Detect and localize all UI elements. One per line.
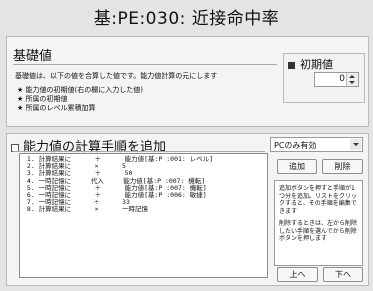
base-value-heading: 基礎値 [13, 49, 53, 64]
calc-heading-divider [13, 151, 265, 152]
spinner-up-icon[interactable] [349, 75, 355, 78]
help-paragraph: 削除するときは、左から削除したい手順を選んでから削除ボタンを押します [279, 220, 358, 242]
window-title: 基:PE:030: 近接命中率 [93, 9, 280, 29]
calc-steps-panel: 能力値の計算手順を追加 PCのみ有効 1. 計算結果に ＋ 能力値[基:P :0… [6, 133, 369, 286]
initial-value-label: 初期値 [288, 56, 333, 72]
bullet-item: ★ 所属の初期値 [17, 95, 68, 103]
help-paragraph: 追加ボタンを押すと手順が1つ分を追加。リストをクリックすると、その手順を編集でき… [279, 185, 358, 215]
delete-button[interactable]: 削除 [322, 159, 363, 174]
initial-value-box: 初期値 0 [283, 53, 365, 103]
spinner-arrows[interactable] [346, 73, 358, 86]
chevron-down-icon[interactable] [350, 139, 361, 150]
initial-value-input[interactable]: 0 [339, 74, 345, 84]
base-heading-divider [13, 64, 277, 65]
help-text-box: 追加ボタンを押すと手順が1つ分を追加。リストをクリックすると、その手順を編集でき… [274, 180, 363, 266]
calc-steps-list[interactable]: 1. 計算結果に ＋ 能力値[基:P :001: レベル] 2. 計算結果に ×… [19, 153, 268, 278]
initial-value-spinner[interactable]: 0 [314, 72, 359, 87]
initial-value-label-text: 初期値 [300, 58, 333, 71]
target-select[interactable]: PCのみ有効 [270, 137, 363, 152]
add-button[interactable]: 追加 [277, 159, 317, 174]
target-select-value: PCのみ有効 [274, 141, 317, 150]
base-value-description: 基礎値は、以下の値を合算した値です。能力値計算の元にします [15, 72, 218, 80]
square-bullet-icon [288, 61, 295, 69]
bullet-item: ★ 能力値の初期値(右の欄に入力した値) [17, 86, 143, 94]
base-value-bullets: ★ 能力値の初期値(右の欄に入力した値) ★ 所属の初期値 ★ 所属のレベル累積… [17, 86, 143, 113]
base-value-panel: 基礎値 基礎値は、以下の値を合算した値です。能力値計算の元にします ★ 能力値の… [6, 36, 369, 127]
list-item[interactable]: 8. 計算結果に × 一時記憶 [23, 206, 267, 213]
spinner-down-icon[interactable] [349, 81, 355, 84]
move-up-button[interactable]: 上へ [277, 267, 318, 282]
bullet-item: ★ 所属のレベル累積加算 [17, 104, 96, 112]
move-down-button[interactable]: 下へ [323, 267, 363, 282]
